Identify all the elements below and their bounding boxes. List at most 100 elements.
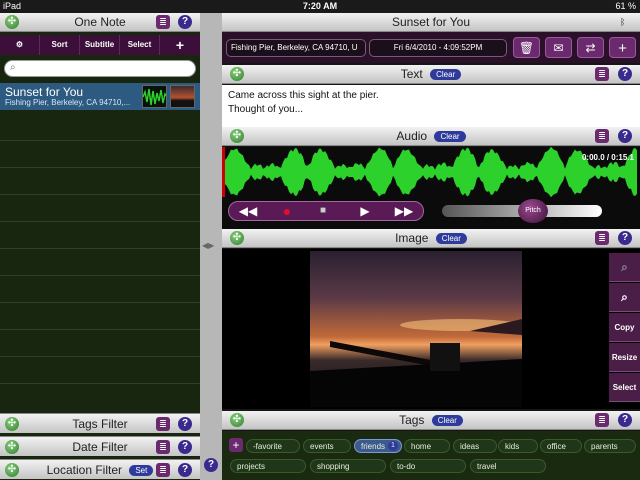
move-icon[interactable]: ✣ [5,463,19,477]
tag-chip[interactable]: kids [498,439,538,453]
help-icon[interactable]: ? [178,440,192,454]
bluetooth-icon: ᛒ [620,17,626,27]
record-icon[interactable]: ● [277,202,297,220]
tag-chip[interactable]: events [303,439,351,453]
add-note-button[interactable]: + [160,35,200,55]
move-icon[interactable]: ✣ [230,129,244,143]
fast-forward-icon[interactable]: ▶▶ [391,202,417,220]
move-icon[interactable]: ✣ [5,417,19,431]
stop-icon[interactable]: ■ [313,202,333,220]
pitch-slider-knob[interactable]: Pitch [518,199,548,223]
set-button[interactable]: Set [129,465,154,477]
tag-chip[interactable]: travel [470,459,546,473]
note-title: Sunset for You [5,85,84,99]
tag-chip[interactable]: projects [230,459,306,473]
audio-time: 0:00.0 / 0:15.1 [581,153,634,162]
tag-chip[interactable]: to-do [390,459,466,473]
gear-icon[interactable]: ⚙ [0,35,40,55]
transport-controls: ◀◀ ● ■ ▶ ▶▶ [228,201,424,221]
help-icon[interactable]: ? [618,231,632,245]
note-text-area[interactable]: Came across this sight at the pier. Thou… [222,85,640,127]
resize-arrows-icon[interactable]: ◀▶ [202,241,214,250]
image-clear-button[interactable]: Clear [435,233,467,245]
date-field[interactable]: Fri 6/4/2010 - 4:09:52PM [369,39,507,57]
share-icon[interactable]: ⇄ [577,37,604,58]
mail-icon[interactable]: ✉ [545,37,572,58]
audio-thumbnail [142,85,167,108]
tags-filter[interactable]: ✣ Tags Filter ≣ ? [0,413,200,433]
note-subtitle: Fishing Pier, Berkeley, CA 94710,... [5,98,131,107]
location-filter[interactable]: ✣ Location Filter Set ≣ ? [0,459,200,479]
location-filter-label: Location Filter [46,463,122,477]
tag-chip[interactable]: -favorite [246,439,300,453]
help-icon[interactable]: ? [618,129,632,143]
zoom-out-icon[interactable]: ⌕ [609,253,640,282]
notes-panel: ✣ One Note ≣ ? ⚙ Sort Subtitle Select + … [0,13,200,480]
text-clear-button[interactable]: Clear [430,69,462,81]
note-text-line: Thought of you... [228,104,304,115]
sunset-photo[interactable] [310,251,522,407]
clock: 7:20 AM [302,1,338,11]
audio-clear-button[interactable]: Clear [434,131,466,143]
tag-chip[interactable]: shopping [310,459,386,473]
play-icon[interactable]: ▶ [355,202,375,220]
tags-section-header: ✣ Tags Clear ≣ ? [222,411,640,430]
help-icon[interactable]: ? [178,15,192,29]
location-field[interactable]: Fishing Pier, Berkeley, CA 94710, U [226,39,366,57]
help-icon[interactable]: ? [618,413,632,427]
list-icon[interactable]: ≣ [595,413,609,427]
help-icon[interactable]: ? [178,463,192,477]
list-icon[interactable]: ≣ [156,417,170,431]
audio-section-label: Audio [396,129,428,143]
sort-button[interactable]: Sort [40,35,80,55]
date-filter[interactable]: ✣ Date Filter ≣ ? [0,436,200,456]
tag-chip[interactable]: parents [584,439,636,453]
move-icon[interactable]: ✣ [230,67,244,81]
zoom-in-icon[interactable]: ⌕ [609,283,640,312]
search-input[interactable]: ⌕ [4,60,196,77]
image-section-header: ✣ Image Clear ≣ ? [222,229,640,248]
text-section-header: ✣ Text Clear ≣ ? [222,65,640,84]
waveform[interactable] [222,147,640,197]
editor-header: Sunset for You ᛒ [222,13,640,32]
add-button[interactable]: + [609,37,636,58]
date-filter-label: Date Filter [72,440,128,454]
add-tag-icon[interactable]: + [229,438,243,452]
subtitle-button[interactable]: Subtitle [80,35,120,55]
tag-count-badge: 1 [388,441,398,451]
tags-section-label: Tags [399,413,425,427]
list-icon[interactable]: ≣ [156,463,170,477]
list-icon[interactable]: ≣ [156,440,170,454]
battery-label: 61 % [615,1,636,11]
audio-section-header: ✣ Audio Clear ≣ ? [222,127,640,146]
help-icon[interactable]: ? [178,417,192,431]
rewind-icon[interactable]: ◀◀ [235,202,261,220]
tag-chip-selected[interactable]: friends 1 [354,439,402,453]
list-icon[interactable]: ≣ [595,231,609,245]
tag-chip[interactable]: home [404,439,450,453]
list-icon[interactable]: ≣ [595,67,609,81]
pane-divider[interactable]: ◀▶ ? [200,13,222,480]
note-list-item[interactable]: Sunset for You Fishing Pier, Berkeley, C… [0,83,200,110]
move-icon[interactable]: ✣ [5,440,19,454]
tags-area: + -favorite events friends 1 home ideas … [222,431,640,480]
resize-button[interactable]: Resize [609,343,640,372]
tag-chip[interactable]: office [540,439,582,453]
select-image-button[interactable]: Select [609,373,640,402]
move-icon[interactable]: ✣ [230,231,244,245]
help-icon[interactable]: ? [204,458,218,472]
notes-title: One Note [74,15,126,29]
audio-player: 0:00.0 / 0:15.1 ◀◀ ● ■ ▶ ▶▶ Pitch [222,147,640,229]
trash-icon[interactable]: 🗑 [513,37,540,58]
select-button[interactable]: Select [120,35,160,55]
notes-toolbar: ⚙ Sort Subtitle Select + [0,35,200,55]
move-icon[interactable]: ✣ [5,15,19,29]
help-icon[interactable]: ? [618,67,632,81]
copy-button[interactable]: Copy [609,313,640,342]
move-icon[interactable]: ✣ [230,413,244,427]
image-viewer: ⌕ ⌕ Copy Resize Select [222,249,640,409]
tag-chip[interactable]: ideas [453,439,497,453]
list-icon[interactable]: ≣ [595,129,609,143]
tags-clear-button[interactable]: Clear [431,415,463,427]
list-icon[interactable]: ≣ [156,15,170,29]
